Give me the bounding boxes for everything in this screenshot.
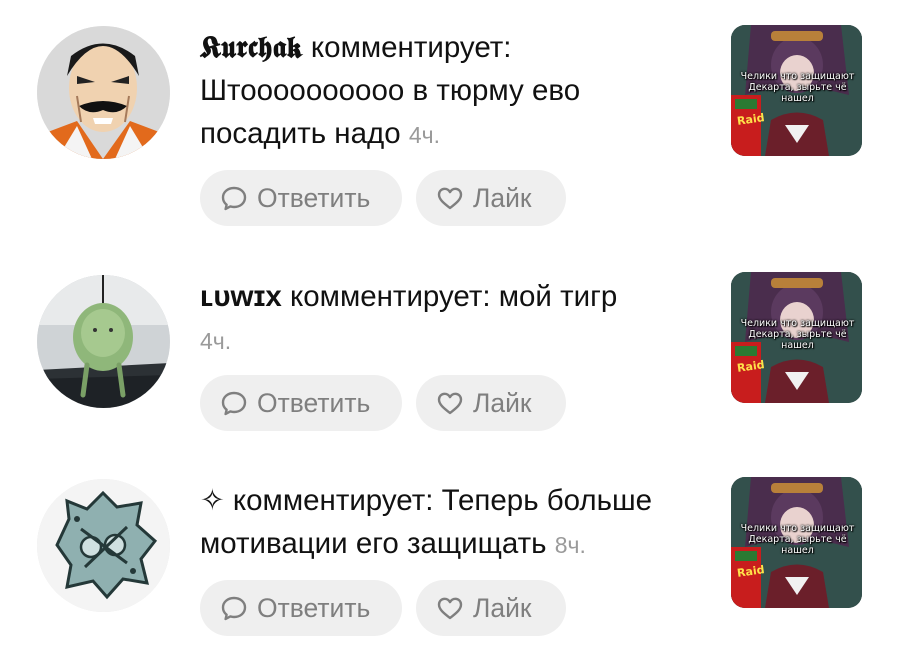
username[interactable]: ʟᴜᴡɪx bbox=[200, 280, 282, 313]
username[interactable]: 𝕶𝖚𝖗𝖈𝖍𝖆𝖐 bbox=[200, 31, 303, 64]
heart-icon bbox=[437, 392, 463, 415]
comment-actions: Ответить Лайк bbox=[200, 580, 566, 636]
heart-icon bbox=[437, 187, 463, 210]
speech-bubble-icon bbox=[221, 186, 247, 211]
speech-bubble-icon bbox=[221, 391, 247, 416]
like-label: Лайк bbox=[473, 387, 532, 418]
timestamp: 4ч. bbox=[200, 328, 232, 354]
thumbnail-caption: Челики что защищают Декарта, зырьте чё н… bbox=[740, 318, 855, 351]
comment-body: ✧ комментирует: Теперь больше мотивации … bbox=[200, 479, 705, 567]
like-label: Лайк bbox=[473, 182, 532, 213]
video-thumbnail[interactable]: Челики что защищают Декарта, зырьте чё н… bbox=[731, 272, 862, 403]
reply-label: Ответить bbox=[257, 182, 371, 213]
timestamp: 4ч. bbox=[408, 122, 440, 148]
heart-icon bbox=[437, 597, 463, 620]
comment-body: 𝕶𝖚𝖗𝖈𝖍𝖆𝖐 комментирует: Штоооооооооо в тюр… bbox=[200, 26, 705, 157]
video-thumbnail[interactable]: Челики что защищают Декарта, зырьте чё н… bbox=[731, 25, 862, 156]
comment-actions: Ответить Лайк bbox=[200, 375, 566, 431]
avatar[interactable] bbox=[37, 26, 170, 159]
comment-message: комментирует: мой тигр bbox=[281, 280, 618, 313]
avatar[interactable] bbox=[37, 275, 170, 408]
comment-text: 𝕶𝖚𝖗𝖈𝖍𝖆𝖐 комментирует: Штоооооооооо в тюр… bbox=[200, 26, 705, 157]
comment-actions: Ответить Лайк bbox=[200, 170, 566, 226]
thumbnail-caption: Челики что защищают Декарта, зырьте чё н… bbox=[740, 71, 855, 104]
comic-villain-avatar bbox=[37, 26, 170, 159]
avatar[interactable] bbox=[37, 479, 170, 612]
like-label: Лайк bbox=[473, 592, 532, 623]
like-button[interactable]: Лайк bbox=[416, 580, 566, 636]
timestamp: 8ч. bbox=[554, 532, 586, 558]
reply-button[interactable]: Ответить bbox=[200, 375, 402, 431]
like-button[interactable]: Лайк bbox=[416, 170, 566, 226]
thumbnail-caption: Челики что защищают Декарта, зырьте чё н… bbox=[740, 523, 855, 556]
like-button[interactable]: Лайк bbox=[416, 375, 566, 431]
green-toy-avatar bbox=[37, 275, 170, 408]
sticker-avatar bbox=[37, 479, 170, 612]
video-thumbnail[interactable]: Челики что защищают Декарта, зырьте чё н… bbox=[731, 477, 862, 608]
reply-button[interactable]: Ответить bbox=[200, 580, 402, 636]
reply-button[interactable]: Ответить bbox=[200, 170, 402, 226]
speech-bubble-icon bbox=[221, 596, 247, 621]
reply-label: Ответить bbox=[257, 387, 371, 418]
comment-body: ʟᴜᴡɪx комментирует: мой тигр 4ч. bbox=[200, 275, 705, 363]
comment-text: ✧ комментирует: Теперь больше мотивации … bbox=[200, 479, 705, 567]
comment-text: ʟᴜᴡɪx комментирует: мой тигр 4ч. bbox=[200, 275, 705, 363]
username[interactable]: ✧ bbox=[200, 484, 225, 517]
reply-label: Ответить bbox=[257, 592, 371, 623]
